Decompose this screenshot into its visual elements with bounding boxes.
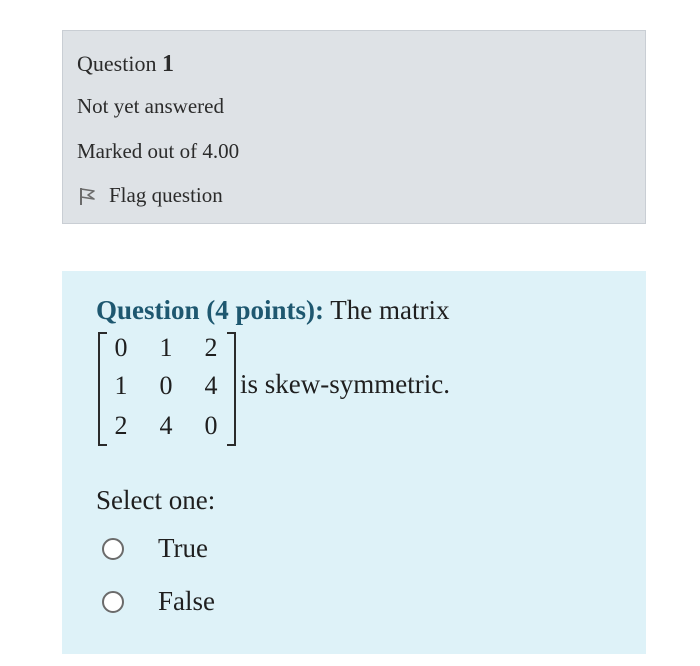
right-bracket xyxy=(227,332,236,446)
flag-question-label: Flag question xyxy=(109,183,223,207)
question-label: Question xyxy=(77,51,157,76)
matrix-cell: 0 xyxy=(114,333,128,362)
question-state: Not yet answered xyxy=(77,94,224,118)
matrix-cell: 0 xyxy=(159,371,173,400)
matrix: 0 1 2 1 0 4 2 4 0 xyxy=(96,331,240,447)
matrix-cell: 0 xyxy=(204,411,218,440)
option-label: False xyxy=(158,586,215,616)
question-number-value: 1 xyxy=(161,51,174,77)
radio-empty-icon[interactable] xyxy=(102,590,124,613)
question-text-body: The matrix xyxy=(324,295,450,325)
question-lead: Question (4 points): xyxy=(96,295,325,325)
option-label: True xyxy=(158,533,209,563)
question-number: Question 1 xyxy=(77,51,174,78)
matrix-cell: 1 xyxy=(159,333,173,362)
option-true[interactable]: True xyxy=(102,533,208,564)
matrix-cell: 4 xyxy=(204,371,218,400)
question-info-panel: Question 1 Not yet answered Marked out o… xyxy=(62,30,646,224)
matrix-cell: 2 xyxy=(114,411,128,440)
question-text: Question (4 points): The matrix xyxy=(96,295,450,326)
matrix-cell: 4 xyxy=(159,411,173,440)
option-false[interactable]: False xyxy=(102,586,215,617)
flag-question-link[interactable]: Flag question xyxy=(77,183,223,208)
radio-empty-icon[interactable] xyxy=(102,537,124,560)
question-grade: Marked out of 4.00 xyxy=(77,139,240,163)
matrix-cell: 1 xyxy=(114,371,128,400)
select-one-prompt: Select one: xyxy=(96,485,216,515)
question-text-after-matrix: is skew-symmetric. xyxy=(240,369,450,399)
flag-icon xyxy=(77,185,99,207)
question-content-panel: Question (4 points): The matrix 0 1 2 1 … xyxy=(62,271,646,654)
matrix-cell: 2 xyxy=(204,333,218,362)
